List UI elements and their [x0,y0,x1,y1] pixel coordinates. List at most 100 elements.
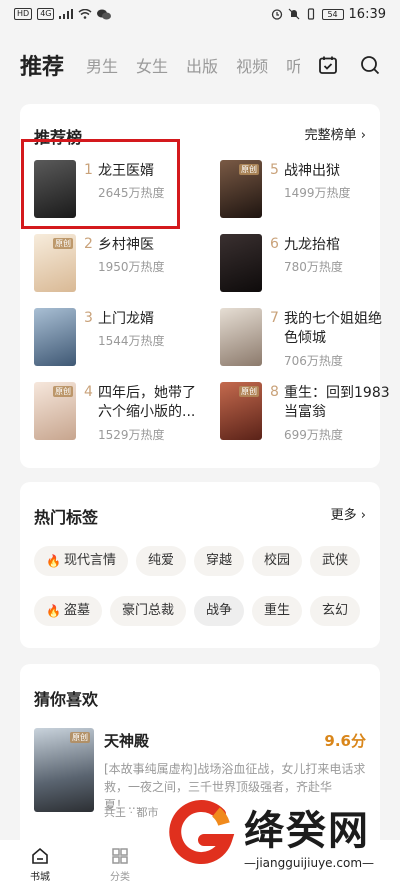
book-title: 四年后，她带了六个缩小版的... [98,385,196,420]
tag-item[interactable]: 玄幻 [310,596,361,626]
tag-label: 盗墓 [63,603,90,618]
book-title: 我的七个姐姐绝色倾城 [284,311,382,346]
book-cover: 原创 [220,160,262,218]
tag-label: 纯爱 [147,553,174,568]
nav-label: 分类 [110,872,130,883]
tag-item[interactable]: 纯爱 [135,546,186,576]
book-heat: 1950万热度 [98,260,165,274]
tab-publish[interactable]: 出版 [186,53,218,77]
home-icon [32,847,48,864]
guess-book-meta: 兵王 · 都市 [104,806,159,819]
rank-number: 3 [84,310,93,326]
grid-icon [112,848,128,864]
book-heat: 1544万热度 [98,334,165,348]
book-cover [34,308,76,366]
original-badge: 原创 [53,386,73,397]
tag-label: 重生 [264,603,291,618]
tag-label: 玄幻 [322,603,349,618]
book-cover: 原创 [34,382,76,440]
calendar-check-icon[interactable] [318,55,338,75]
tag-item[interactable]: 穿越 [193,546,244,576]
book-heat: 699万热度 [284,428,343,442]
original-badge: 原创 [70,732,90,743]
network-badge: 4G [37,8,55,20]
rank-number: 2 [84,236,93,252]
tag-label: 战争 [205,603,232,618]
book-cover: 原创 [220,382,262,440]
ranking-book-8[interactable]: 原创 8 重生：回到1983当富翁 699万热度 [220,382,390,444]
ranking-book-4[interactable]: 原创 4 四年后，她带了六个缩小版的... 1529万热度 [34,382,204,444]
book-cover [220,308,262,366]
watermark-title: 绛癸网 [244,807,370,854]
tag-item[interactable]: 🔥 盗墓 [34,596,102,626]
tag-label: 豪门总裁 [121,603,174,618]
status-right: 54 16:39 [271,7,386,22]
tag-item[interactable]: 🔥 现代言情 [34,546,128,576]
guess-book-title[interactable]: 天神殿 [104,730,149,751]
watermark-logo-icon [169,800,235,864]
tag-item[interactable]: 校园 [252,546,303,576]
tag-item[interactable]: 豪门总裁 [109,596,186,626]
ranking-book-2[interactable]: 原创 2 乡村神医 1950万热度 [34,234,204,296]
alarm-icon [271,9,282,20]
tag-item[interactable]: 战争 [193,596,244,626]
nav-category[interactable]: 分类 [80,840,160,888]
wechat-icon [97,9,112,19]
guess-book-score: 9.6分 [324,732,366,750]
hd-badge: HD [14,8,33,20]
book-cover [220,234,262,292]
original-badge: 原创 [239,386,259,397]
ranking-book-3[interactable]: 3 上门龙婿 1544万热度 [34,308,204,370]
nav-bookstore[interactable]: 书城 [0,840,80,888]
clock: 16:39 [348,6,386,22]
battery-indicator: 54 [321,8,344,20]
nav-label: 书城 [30,872,50,883]
watermark-domain: —jiangguijiuye.com— [244,856,375,870]
book-heat: 1499万热度 [284,186,351,200]
rank-number: 6 [270,236,279,252]
nav-actions [300,40,400,90]
book-heat: 780万热度 [284,260,343,274]
original-badge: 原创 [53,238,73,249]
hot-tags-card: 热门标签 更多 › 🔥 现代言情 纯爱 穿越 校园 武侠 🔥 盗墓 豪门总裁 战争 … [20,482,380,648]
tag-item[interactable]: 重生 [252,596,303,626]
tab-recommend[interactable]: 推荐 [20,49,64,81]
tag-row-2: 🔥 盗墓 豪门总裁 战争 重生 玄幻 [34,596,361,626]
book-title: 战神出狱 [284,163,340,179]
tag-row-1: 🔥 现代言情 纯爱 穿越 校园 武侠 [34,546,361,576]
tag-label: 校园 [264,553,291,568]
book-heat: 706万热度 [284,354,343,368]
signal-icon [59,9,74,19]
search-icon[interactable] [360,55,380,75]
rank-number: 8 [270,384,279,400]
book-title: 上门龙婿 [98,311,154,327]
tag-label: 武侠 [322,553,349,568]
tab-video[interactable]: 视频 [236,53,268,77]
top-nav: 推荐 男生 女生 出版 视频 听书 [0,40,400,90]
tab-female[interactable]: 女生 [136,53,168,77]
vibrate-icon [307,8,314,20]
tag-label: 穿越 [205,553,232,568]
status-bar: HD 4G 54 16:39 [0,0,400,28]
ranking-book-7[interactable]: 7 我的七个姐姐绝色倾城 706万热度 [220,308,390,370]
book-title: 重生：回到1983当富翁 [284,385,390,420]
ranking-book-6[interactable]: 6 九龙抬棺 780万热度 [220,234,390,296]
tab-male[interactable]: 男生 [86,53,118,77]
mute-icon [288,8,299,20]
tags-more-link[interactable]: 更多 › [331,504,366,523]
tag-item[interactable]: 武侠 [310,546,361,576]
hot-tags-title: 热门标签 [34,508,99,527]
fire-icon: 🔥 [46,554,61,568]
status-left: HD 4G [14,8,112,20]
rank-number: 4 [84,384,93,400]
ranking-book-5[interactable]: 原创 5 战神出狱 1499万热度 [220,160,390,222]
full-ranking-link[interactable]: 完整榜单 › [305,124,366,143]
original-badge: 原创 [239,164,259,175]
rank-number: 7 [270,310,279,326]
wifi-icon [79,9,92,19]
tag-label: 现代言情 [63,553,116,568]
book-cover[interactable]: 原创 [34,728,94,812]
fire-icon: 🔥 [46,604,61,618]
rank-number: 5 [270,162,279,178]
book-cover: 原创 [34,234,76,292]
